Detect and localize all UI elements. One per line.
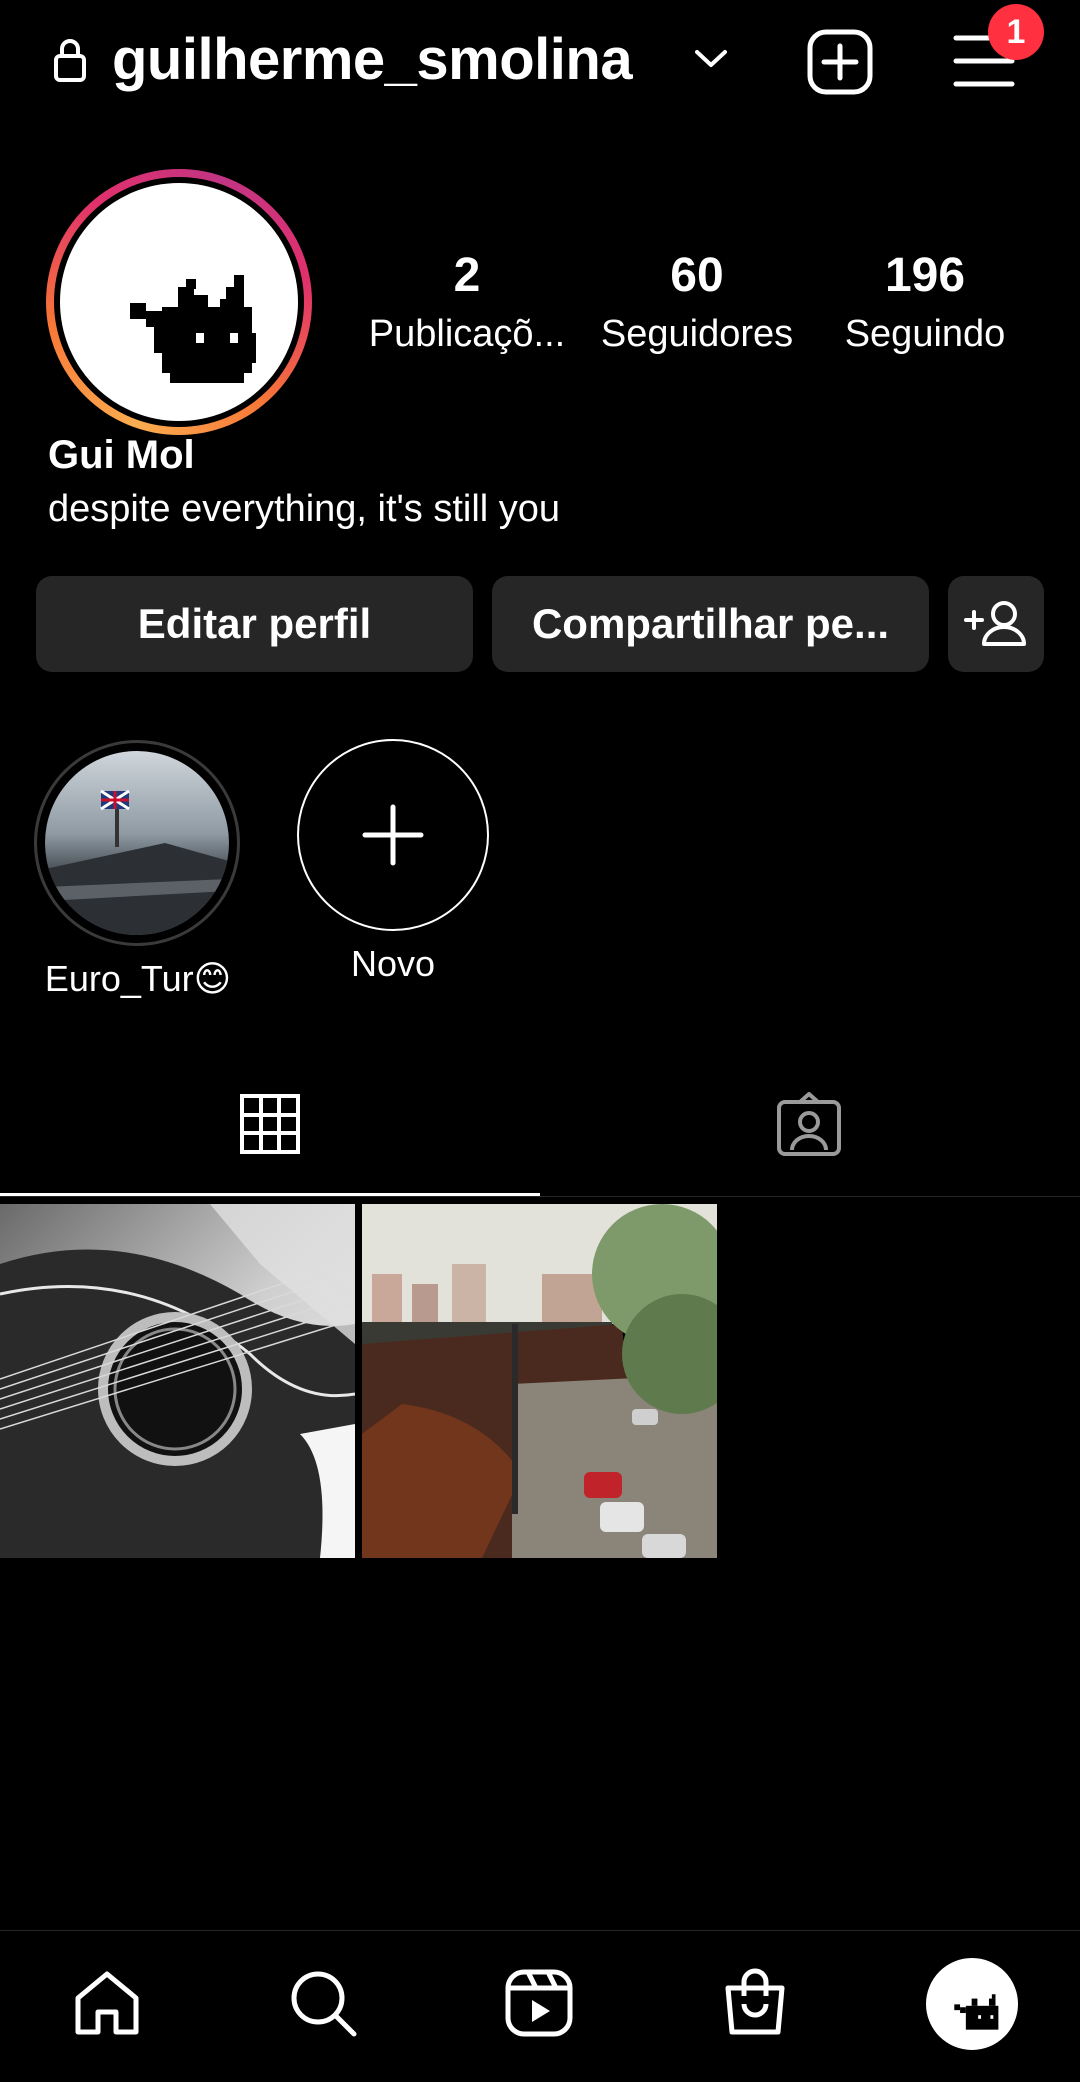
profile-name: Gui Mol bbox=[48, 433, 195, 477]
post-thumbnail[interactable] bbox=[0, 1204, 355, 1558]
home-icon[interactable] bbox=[72, 1968, 142, 2038]
share-profile-button[interactable]: Compartilhar pe... bbox=[492, 576, 929, 672]
grid-icon[interactable] bbox=[240, 1094, 300, 1154]
stat-posts-label: Publicaçõ... bbox=[368, 313, 566, 355]
stat-following[interactable]: 196 Seguindo bbox=[815, 244, 1035, 360]
stat-followers-label: Seguidores bbox=[600, 313, 794, 355]
profile-nav-avatar[interactable] bbox=[926, 1958, 1018, 2050]
add-person-icon bbox=[964, 601, 1026, 646]
bottom-nav-divider bbox=[0, 1930, 1080, 1931]
stat-following-count: 196 bbox=[884, 249, 966, 302]
plus-square-icon[interactable] bbox=[806, 28, 874, 96]
highlight-euro-tur[interactable] bbox=[34, 740, 240, 946]
stat-followers-count: 60 bbox=[670, 249, 724, 302]
stat-following-label: Seguindo bbox=[844, 313, 1006, 355]
reels-icon[interactable] bbox=[504, 1968, 574, 2038]
cat-avatar-icon bbox=[130, 275, 256, 383]
discover-people-button[interactable] bbox=[948, 576, 1044, 672]
street-photo bbox=[362, 1204, 717, 1558]
tagged-person-icon[interactable] bbox=[776, 1092, 842, 1158]
tab-divider bbox=[0, 1196, 1080, 1197]
new-highlight-label: Novo bbox=[350, 943, 436, 984]
new-highlight-button[interactable] bbox=[297, 739, 489, 931]
edit-profile-button[interactable]: Editar perfil bbox=[36, 576, 473, 672]
plus-icon bbox=[362, 804, 424, 866]
chevron-down-icon[interactable] bbox=[694, 48, 728, 70]
highlight-cover-image bbox=[45, 789, 229, 935]
guitar-photo bbox=[0, 1204, 355, 1558]
lock-icon bbox=[52, 36, 88, 82]
cat-avatar-small-icon bbox=[954, 1994, 999, 2030]
shop-icon[interactable] bbox=[720, 1966, 790, 2038]
notification-badge: 1 bbox=[988, 4, 1044, 60]
stat-posts-count: 2 bbox=[453, 249, 481, 302]
highlight-label: Euro_Tur😊 bbox=[44, 958, 232, 999]
account-username[interactable]: guilherme_smolina bbox=[112, 26, 633, 93]
post-thumbnail[interactable] bbox=[362, 1204, 717, 1558]
stat-posts[interactable]: 2 Publicaçõ... bbox=[357, 244, 577, 360]
profile-bio: despite everything, it's still you bbox=[48, 488, 561, 530]
profile-avatar[interactable] bbox=[46, 169, 312, 435]
stat-followers[interactable]: 60 Seguidores bbox=[587, 244, 807, 360]
search-icon[interactable] bbox=[288, 1968, 358, 2038]
